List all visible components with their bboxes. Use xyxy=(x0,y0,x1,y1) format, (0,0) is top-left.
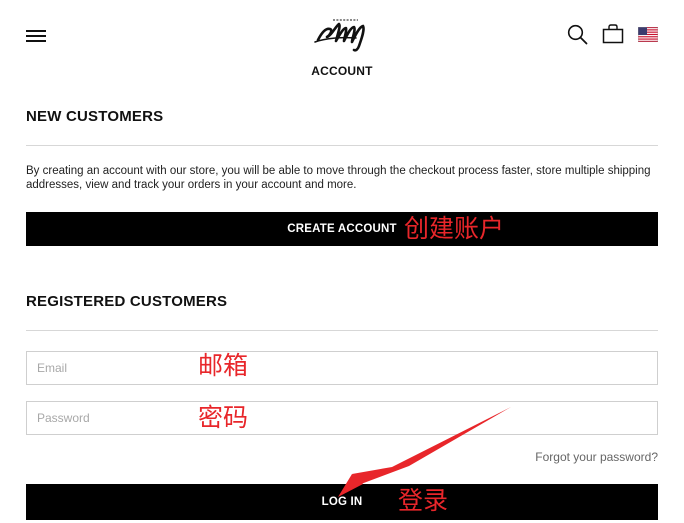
create-account-label: CREATE ACCOUNT xyxy=(287,223,397,235)
hamburger-menu-icon[interactable] xyxy=(26,30,46,42)
account-page: ACCOUNT NEW CUSTOMERS By creating an acc xyxy=(0,0,684,523)
new-customers-description: By creating an account with our store, y… xyxy=(26,165,651,191)
registered-customers-heading: REGISTERED CUSTOMERS xyxy=(26,293,228,310)
new-customers-heading: NEW CUSTOMERS xyxy=(26,108,164,125)
search-icon[interactable] xyxy=(567,24,589,46)
login-label: LOG IN xyxy=(321,496,363,508)
page-title: ACCOUNT xyxy=(311,64,373,78)
new-customers-divider xyxy=(26,145,658,146)
us-flag-icon[interactable] xyxy=(637,26,659,43)
stussy-logo[interactable] xyxy=(312,14,372,54)
password-input[interactable] xyxy=(26,401,658,435)
login-arrow-annotation xyxy=(338,407,511,497)
shopping-bag-icon[interactable] xyxy=(602,24,624,44)
registered-customers-divider xyxy=(26,330,658,331)
login-button[interactable]: LOG IN xyxy=(26,484,658,520)
email-input[interactable] xyxy=(26,351,658,385)
create-account-button[interactable]: CREATE ACCOUNT xyxy=(26,212,658,246)
forgot-password-link[interactable]: Forgot your password? xyxy=(535,450,658,464)
